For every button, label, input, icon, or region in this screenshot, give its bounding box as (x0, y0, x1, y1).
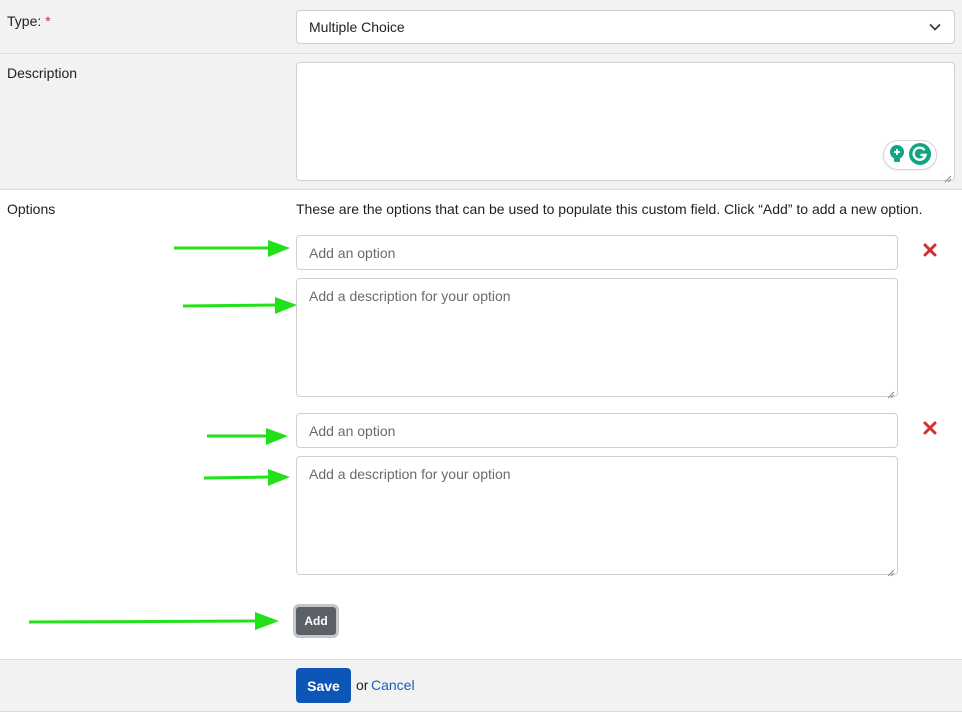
option-name-input[interactable]: Add an option (296, 235, 898, 270)
annotation-arrow-icon (28, 612, 279, 630)
grammarly-icon[interactable] (908, 142, 932, 169)
type-row: Type: * Multiple Choice (0, 0, 962, 53)
option-name-placeholder: Add an option (309, 244, 396, 261)
remove-option-icon[interactable] (922, 242, 938, 258)
remove-option-icon[interactable] (922, 420, 938, 436)
annotation-arrow-icon (174, 240, 290, 257)
add-option-button[interactable]: Add (293, 604, 339, 638)
chevron-down-icon (928, 20, 942, 34)
resize-handle-icon[interactable] (887, 386, 895, 399)
save-button[interactable]: Save (296, 668, 351, 703)
or-text: or (356, 677, 369, 693)
divider (0, 189, 962, 190)
annotation-arrow-icon (182, 297, 297, 314)
option-description-placeholder: Add a description for your option (309, 288, 511, 304)
required-marker: * (45, 13, 51, 29)
option-description-textarea[interactable]: Add a description for your option (296, 278, 898, 399)
footer-row (0, 660, 962, 712)
type-label-text: Type: (7, 13, 42, 29)
option-description-placeholder: Add a description for your option (309, 466, 511, 482)
type-label: Type: * (7, 13, 51, 29)
grammarly-widget[interactable] (883, 140, 937, 170)
option-description-textarea[interactable]: Add a description for your option (296, 456, 898, 577)
resize-handle-icon[interactable] (944, 170, 952, 183)
type-select[interactable]: Multiple Choice (296, 10, 955, 44)
type-select-value: Multiple Choice (309, 19, 405, 35)
options-help-text: These are the options that can be used t… (296, 201, 923, 217)
option-name-placeholder: Add an option (309, 422, 396, 439)
description-textarea[interactable] (296, 62, 955, 183)
annotation-arrow-icon (203, 469, 290, 486)
resize-handle-icon[interactable] (887, 564, 895, 577)
cancel-link[interactable]: Cancel (371, 677, 415, 693)
options-label: Options (7, 201, 56, 217)
description-label: Description (7, 65, 78, 81)
lightbulb-icon[interactable] (888, 144, 906, 167)
annotation-arrow-icon (207, 428, 288, 445)
option-name-input[interactable]: Add an option (296, 413, 898, 448)
